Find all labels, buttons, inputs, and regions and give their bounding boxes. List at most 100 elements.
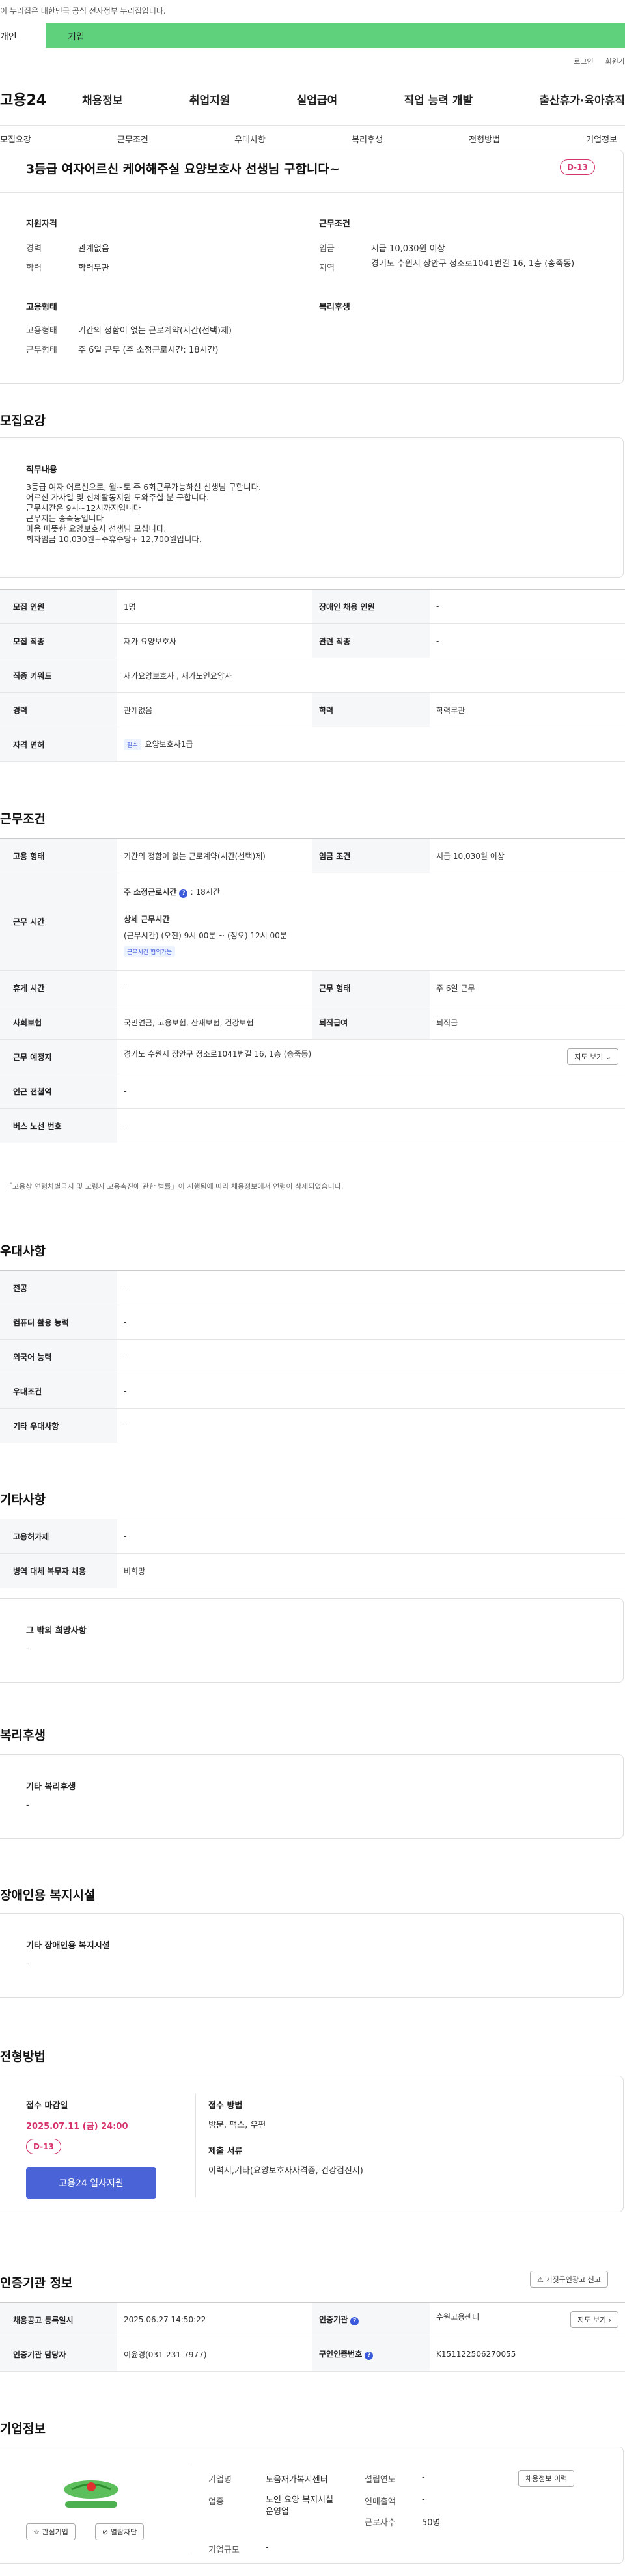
snb-recruit[interactable]: 모집요강 — [0, 133, 31, 145]
established-label: 설립연도 — [365, 2475, 396, 2485]
table-row: 인근 전철역 - — [0, 1074, 625, 1109]
snb-conditions[interactable]: 근무조건 — [117, 133, 148, 145]
consult-badge: 근무시간 협의가능 — [124, 946, 176, 957]
table-row: 사회보험 국민연금, 고용보험, 산재보험, 건강보험 퇴직급여 퇴직금 — [0, 1005, 625, 1040]
deadline-value: 2025.07.11 (금) 24:00 — [26, 2122, 128, 2132]
recruit-table: 모집 인원 1명 장애인 채용 인원 - 모집 직종 재가 요양보호사 관련 직종 - 직종… — [0, 589, 625, 762]
snb-selection[interactable]: 전형방법 — [469, 133, 500, 145]
welfare-heading: 복리후생 — [0, 1728, 46, 1742]
method-value: 방문, 팩스, 우편 — [208, 2121, 266, 2130]
company-logo — [64, 2480, 118, 2508]
company-size-value: - — [266, 2543, 269, 2553]
docs-title: 제출 서류 — [208, 2147, 243, 2156]
table-row: 자격 면허 필수 요양보호사1급 — [0, 727, 625, 762]
table-row: 직종 키워드 재가요양보호사 , 재가노인요양사 — [0, 658, 625, 693]
job-desc-title: 직무내용 — [26, 465, 57, 475]
table-row: 근무 시간 주 소정근로시간? : 18시간 상세 근무시간 (근무시간) (오… — [0, 873, 625, 971]
info-icon[interactable]: ? — [365, 2352, 374, 2360]
wage-label: 임금 — [319, 244, 335, 254]
disabled-box-title: 기타 장애인용 복지시설 — [26, 1941, 110, 1951]
chevron-right-icon: › — [608, 2316, 611, 2324]
wage-value: 시급 10,030원 이상 — [371, 244, 445, 254]
disabled-heading: 장애인용 복지시설 — [0, 1888, 96, 1903]
company-name-value: 도움재가복지센터 — [266, 2475, 328, 2485]
required-badge: 필수 — [124, 739, 141, 750]
global-nav: 채용정보 취업지원 실업급여 직업 능력 개발 출산휴가·육아휴직 — [82, 91, 625, 107]
divider — [0, 125, 625, 126]
table-row: 휴게 시간 - 근무 형태 주 6일 근무 — [0, 970, 625, 1005]
tab-company[interactable]: 기업 — [68, 30, 85, 43]
block-icon: ⊘ — [102, 2528, 109, 2536]
agency-heading: 인증기관 정보 — [0, 2276, 73, 2290]
area-label: 지역 — [319, 264, 335, 273]
employees-label: 근로자수 — [365, 2518, 396, 2528]
dday-badge: D-13 — [26, 2139, 61, 2154]
block-view-button[interactable]: ⊘ 열람차단 — [95, 2523, 145, 2540]
table-row: 모집 인원 1명 장애인 채용 인원 - — [0, 589, 625, 624]
other-wish-title: 그 밖의 희망사항 — [26, 1626, 87, 1636]
hiring-history-button[interactable]: 채용정보 이력 — [518, 2470, 575, 2487]
method-title: 접수 방법 — [208, 2101, 243, 2111]
job-desc-box: 직무내용 3등급 여자 어르신으로, 월~토 주 6회근무가능하신 선생님 구합… — [0, 437, 624, 578]
map-button[interactable]: 지도 보기 › — [570, 2311, 618, 2328]
favorite-company-button[interactable]: ☆ 관심기업 — [26, 2523, 76, 2540]
emptype-label: 고용형태 — [26, 326, 57, 336]
table-row: 인증기관 담당자 이윤경(031-231-7977) 구인인증번호? K1511225… — [0, 2337, 625, 2372]
table-row: 외국어 능력 - — [0, 1339, 625, 1374]
disabled-box-value: - — [26, 1959, 29, 1969]
etc-table: 고용허가제 - 병역 대체 복무자 채용 비희망 — [0, 1519, 625, 1588]
map-button[interactable]: 지도 보기 ⌄ — [567, 1048, 618, 1065]
tab-individual[interactable]: 개인 — [0, 23, 46, 48]
site-logo[interactable]: 고용24 — [0, 88, 46, 109]
company-heading: 기업정보 — [0, 2422, 46, 2436]
false-ad-report-button[interactable]: ⚠ 거짓구인광고 신고 — [530, 2271, 608, 2288]
info-icon[interactable]: ? — [179, 889, 188, 898]
age-notice: 「고용상 연령차별금지 및 고령자 고용촉진에 관한 법률」이 시행됨에 따라 … — [5, 1182, 344, 1191]
gnb-training[interactable]: 직업 능력 개발 — [404, 91, 473, 107]
table-row: 병역 대체 복무자 채용 비희망 — [0, 1553, 625, 1588]
info-icon[interactable]: ? — [350, 2317, 359, 2325]
table-row: 고용 형태 기간의 정함이 없는 근로계약(시간(선택)제) 임금 조건 시급 10,… — [0, 838, 625, 873]
pref-table: 전공 - 컴퓨터 활용 능력 - 외국어 능력 - 우대조건 - 기타 우대사항 - — [0, 1270, 625, 1443]
pref-heading: 우대사항 — [0, 1244, 46, 1258]
recruit-heading: 모집요강 — [0, 414, 46, 428]
login-link[interactable]: 로그인 — [574, 57, 593, 66]
qual-title: 지원자격 — [26, 219, 57, 229]
selection-box: 접수 마감일 2025.07.11 (금) 24:00 D-13 고용24 입사… — [0, 2076, 624, 2212]
gnb-jobs[interactable]: 채용정보 — [82, 91, 123, 107]
welfare-box: 기타 복리후생 - — [0, 1754, 624, 1839]
hours-value: 주 6일 근무 (주 소정근로시간: 18시간) — [78, 346, 219, 355]
area-value: 경기도 수원시 장안구 정조로1041번길 16, 1층 (송죽동) — [371, 259, 575, 269]
table-row: 컴퓨터 활용 능력 - — [0, 1305, 625, 1340]
snb-welfare[interactable]: 복리후생 — [352, 133, 383, 145]
conditions-heading: 근무조건 — [0, 812, 46, 826]
company-size-label: 기업규모 — [208, 2545, 240, 2555]
util-links: 로그인 회원가 — [562, 56, 625, 66]
table-row: 고용허가제 - — [0, 1519, 625, 1554]
docs-value: 이력서,기타(요양보호사자격증, 건강검진서) — [208, 2166, 363, 2176]
table-row: 버스 노선 번호 - — [0, 1108, 625, 1143]
cond-title: 근무조건 — [319, 219, 350, 229]
edu-label: 학력 — [26, 264, 42, 273]
deadline-title: 접수 마감일 — [26, 2101, 68, 2111]
apply-button[interactable]: 고용24 입사지원 — [26, 2167, 156, 2199]
welfare-title: 복리후생 — [319, 303, 350, 312]
gnb-parental-leave[interactable]: 출산휴가·육아휴직 — [539, 91, 625, 107]
snb-company[interactable]: 기업정보 — [586, 133, 617, 145]
established-value: - — [422, 2473, 425, 2482]
join-link[interactable]: 회원가 — [605, 57, 625, 66]
table-row: 근무 예정지 경기도 수원시 장안구 정조로1041번길 16, 1층 (송죽동)… — [0, 1039, 625, 1074]
dday-badge: D-13 — [560, 159, 595, 175]
company-name-label: 기업명 — [208, 2475, 232, 2485]
user-type-tabs: 개인 기업 — [0, 23, 625, 48]
other-wish-value: - — [26, 1644, 29, 1654]
gnb-unemployment[interactable]: 실업급여 — [297, 91, 338, 107]
industry-value: 노인 요양 복지시설 운영업 — [266, 2495, 333, 2517]
gnb-employment-support[interactable]: 취업지원 — [189, 91, 230, 107]
etc-heading: 기타사항 — [0, 1493, 46, 1507]
emptype-value: 기간의 정함이 없는 근로계약(시간(선택)제) — [78, 326, 232, 336]
industry-label: 업종 — [208, 2497, 224, 2507]
snb-preferences[interactable]: 우대사항 — [234, 133, 266, 145]
edu-value: 학력무관 — [78, 264, 109, 273]
other-wish-box: 그 밖의 희망사항 - — [0, 1598, 624, 1683]
